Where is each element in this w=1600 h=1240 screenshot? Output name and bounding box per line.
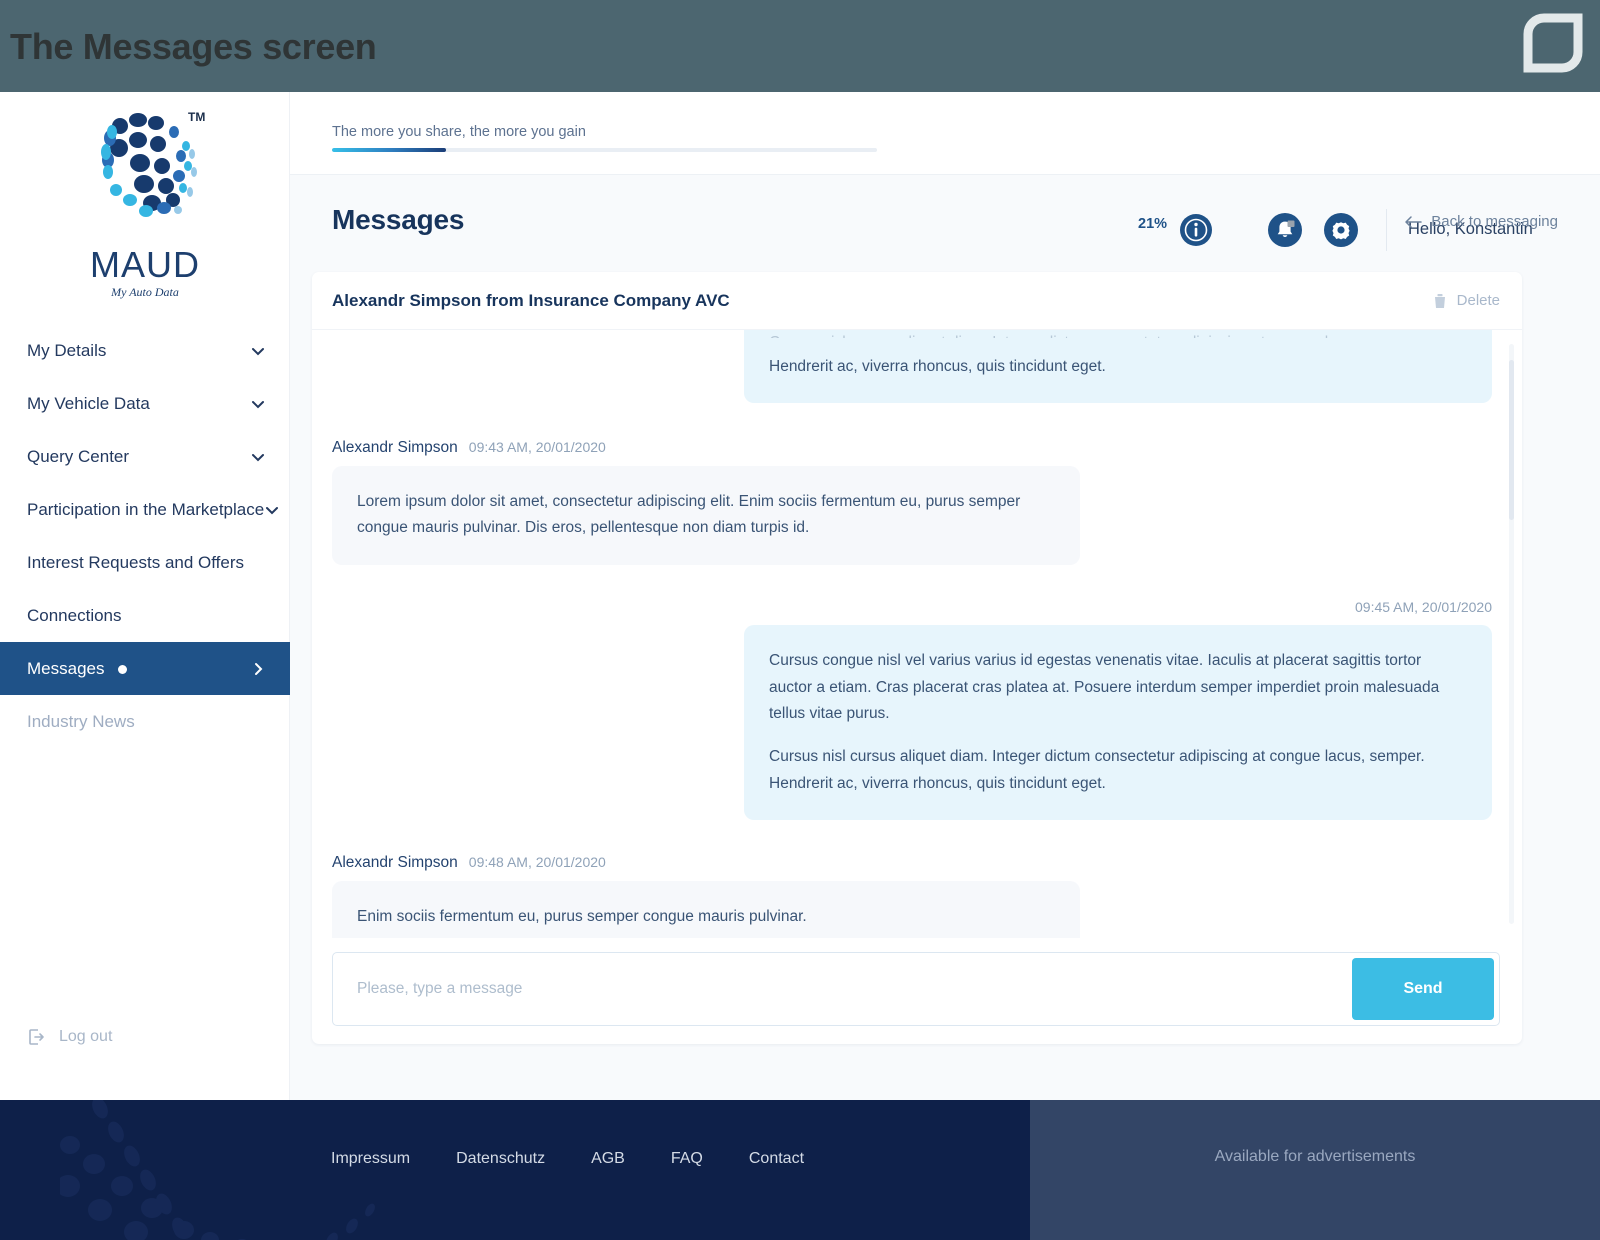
chevron-down-icon <box>252 347 264 355</box>
sidebar-item-label: Interest Requests and Offers <box>27 552 245 572</box>
message-bubble-outgoing: Cursus nisl cursus aliquet diam. Integer… <box>744 330 1492 403</box>
delete-label: Delete <box>1456 292 1500 309</box>
message-bubble-incoming: Enim sociis fermentum eu, purus semper c… <box>332 881 1080 938</box>
message-bubble-outgoing: Cursus congue nisl vel varius varius id … <box>744 624 1492 821</box>
message-row: 09:45 AM, 20/01/2020 Cursus congue nisl … <box>332 598 1492 821</box>
message-paragraph: Enim sociis fermentum eu, purus semper c… <box>357 908 807 926</box>
conversation-card: Alexandr Simpson from Insurance Company … <box>312 272 1522 1044</box>
delete-conversation-button[interactable]: Delete <box>1433 292 1500 309</box>
logout-button[interactable]: Log out <box>27 1027 112 1047</box>
unread-dot-badge <box>118 664 128 674</box>
footer-link-contact[interactable]: Contact <box>749 1150 804 1168</box>
sidebar: TM MAUD My Auto Data My Details My Vehic… <box>0 92 290 1100</box>
message-composer: Send <box>332 952 1500 1026</box>
back-to-messaging-link[interactable]: Back to messaging <box>1404 213 1558 230</box>
footer-links: Impressum Datenschutz AGB FAQ Contact <box>331 1150 804 1168</box>
sidebar-item-label: My Details <box>27 340 107 360</box>
conversation-header: Alexandr Simpson from Insurance Company … <box>312 272 1522 330</box>
footer-link-impressum[interactable]: Impressum <box>331 1150 410 1168</box>
sidebar-item-label: My Vehicle Data <box>27 393 150 413</box>
page-title: Messages <box>332 204 465 235</box>
message-timestamp: 09:43 AM, 20/01/2020 <box>468 438 606 455</box>
sidebar-item-interest-requests-and-offers[interactable]: Interest Requests and Offers <box>0 536 290 589</box>
message-input[interactable] <box>333 953 1353 1025</box>
logout-label: Log out <box>59 1028 113 1045</box>
footer-link-datenschutz[interactable]: Datenschutz <box>456 1150 545 1168</box>
message-meta: Alexandr Simpson 09:48 AM, 20/01/2020 <box>332 854 1492 872</box>
leaf-mark-icon <box>1523 13 1583 73</box>
sidebar-item-connections[interactable]: Connections <box>0 589 290 642</box>
banner-title: The Messages screen <box>10 26 377 67</box>
page-banner: The Messages screen <box>0 0 1600 92</box>
sidebar-item-label: Industry News <box>27 711 135 731</box>
message-sender: Alexandr Simpson <box>332 438 458 456</box>
share-progress-label: The more you share, the more you gain <box>332 124 586 140</box>
message-bubble-incoming: Lorem ipsum dolor sit amet, consectetur … <box>332 465 1080 565</box>
chevron-down-icon <box>252 453 264 461</box>
chevron-right-icon <box>255 662 263 675</box>
sidebar-item-my-details[interactable]: My Details <box>0 324 290 377</box>
sidebar-item-label-wrap: Messages <box>27 659 250 679</box>
back-link-label: Back to messaging <box>1431 213 1558 230</box>
sidebar-nav: My Details My Vehicle Data Query Center … <box>0 324 290 748</box>
sidebar-item-industry-news[interactable]: Industry News <box>0 695 290 748</box>
share-progress-bar <box>332 148 877 152</box>
brand-wordmark: MAUD <box>90 244 200 285</box>
message-thread[interactable]: Cursus nisl cursus aliquet diam. Integer… <box>312 330 1522 938</box>
sidebar-item-my-vehicle-data[interactable]: My Vehicle Data <box>0 377 290 430</box>
sidebar-item-messages[interactable]: Messages <box>0 642 290 695</box>
message-timestamp: 09:45 AM, 20/01/2020 <box>1355 598 1492 615</box>
sidebar-item-label: Messages <box>27 658 105 678</box>
footer-left: Impressum Datenschutz AGB FAQ Contact <box>0 1100 1030 1240</box>
message-row: Cursus nisl cursus aliquet diam. Integer… <box>332 330 1492 403</box>
message-paragraph: Cursus nisl cursus aliquet diam. Integer… <box>769 330 1467 338</box>
thread-scrollbar-thumb[interactable] <box>1509 360 1514 520</box>
footer-advertisement-slot: Available for advertisements <box>1030 1100 1600 1240</box>
trash-icon <box>1434 293 1445 308</box>
sidebar-item-participation-in-the-marketplace[interactable]: Participation in the Marketplace <box>0 483 290 536</box>
sidebar-item-label: Participation in the Marketplace <box>27 499 265 519</box>
trademark-symbol: TM <box>188 110 206 124</box>
sidebar-item-label: Connections <box>27 605 122 625</box>
message-timestamp: 09:48 AM, 20/01/2020 <box>468 854 606 871</box>
brand-logo[interactable]: TM MAUD My Auto Data <box>0 92 290 317</box>
footer-link-faq[interactable]: FAQ <box>671 1150 703 1168</box>
conversation-title: Alexandr Simpson from Insurance Company … <box>332 291 730 310</box>
top-bar: The more you share, the more you gain <box>290 92 1600 175</box>
message-row: Alexandr Simpson 09:43 AM, 20/01/2020 Lo… <box>332 439 1492 565</box>
message-paragraph: Hendrerit ac, viverra rhoncus, quis tinc… <box>769 358 1106 375</box>
maud-globe-icon <box>101 113 197 217</box>
message-paragraph: Lorem ipsum dolor sit amet, consectetur … <box>357 492 1021 537</box>
app-frame: TM MAUD My Auto Data My Details My Vehic… <box>0 92 1600 1100</box>
message-paragraph: Cursus nisl cursus aliquet diam. Integer… <box>769 747 1425 792</box>
chevron-down-icon <box>266 506 279 514</box>
message-meta: Alexandr Simpson 09:43 AM, 20/01/2020 <box>332 439 1492 457</box>
sidebar-item-label: Query Center <box>27 446 130 466</box>
brand-tagline: My Auto Data <box>111 285 179 299</box>
message-paragraph: Cursus congue nisl vel varius varius id … <box>769 651 1440 723</box>
chevron-down-icon <box>252 400 264 408</box>
arrow-left-icon <box>1405 215 1423 228</box>
footer-link-agb[interactable]: AGB <box>591 1150 625 1168</box>
sidebar-item-query-center[interactable]: Query Center <box>0 430 290 483</box>
share-progress-fill <box>332 148 447 152</box>
footer-decoration-icon <box>60 1100 375 1240</box>
message-row: Alexandr Simpson 09:48 AM, 20/01/2020 En… <box>332 854 1492 938</box>
page-header: Messages Back to messaging <box>290 175 1600 279</box>
message-sender: Alexandr Simpson <box>332 854 458 872</box>
advertisement-label: Available for advertisements <box>1214 1148 1416 1165</box>
send-button[interactable]: Send <box>1352 958 1494 1020</box>
main-content: The more you share, the more you gain 21… <box>290 92 1600 1100</box>
logout-icon <box>29 1029 44 1045</box>
